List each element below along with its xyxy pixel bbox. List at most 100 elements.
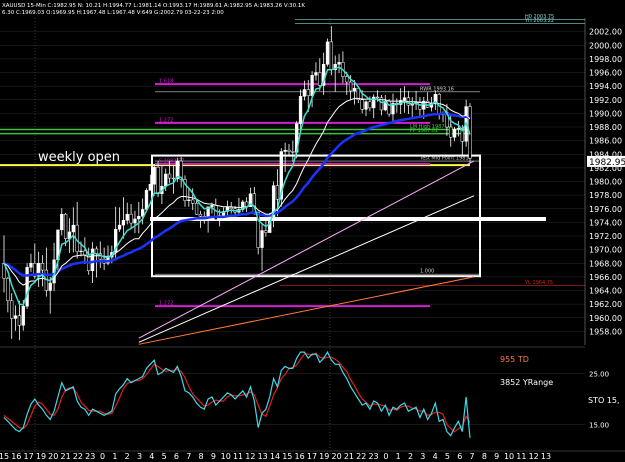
candle-body [156,166,160,195]
candle-body [456,128,461,130]
candle-body [264,230,268,233]
stochastic-panel: 25.00 15.00 955 TD 3852 YRange STO 15, [0,346,620,438]
candle-body [125,213,129,221]
x-tick-label: 21 [344,452,354,461]
x-tick-label: 8 [199,452,204,461]
x-tick-label: 15 [0,452,9,461]
x-tick-label: 1 [396,452,401,461]
ema_fast-line [3,66,471,306]
x-tick-label: 6 [457,452,462,461]
level-label: RWR 1993.16 [420,86,454,92]
candle-body [13,315,18,319]
x-tick-label: 10 [504,452,514,461]
yrange-label: 3852 YRange [500,378,553,387]
candle-body [402,97,407,101]
time-axis: 15 16 17 19 20 21 22 23 0 1 2 3 4 5 6 7 8 9 10 11 12 13 14 15 16… [0,450,625,461]
x-tick-label: 6 [174,452,179,461]
level-label: 1.272 [159,301,173,307]
x-tick-label: 5 [445,452,450,461]
x-tick-label: 7 [186,452,191,461]
moving-averages [3,66,471,306]
x-tick-label: 10 [221,452,231,461]
candle-body [291,151,295,153]
candles [2,26,472,341]
header-line-1: XAUUSD 15-Min C:1982.95 N: 10.21 H:1994.… [2,3,305,9]
candle-body [152,166,156,185]
osc-slow-line [3,352,471,433]
y-tick-label: 1962.00 [589,300,622,309]
y-tick-label: 1994.00 [589,82,622,91]
trend_orange-line [138,276,474,345]
y-tick-label: 1960.00 [589,314,622,323]
ema_mid-line [3,97,471,286]
y-tick-label: 1978.00 [589,191,622,200]
x-tick-label: 19 [36,452,46,461]
candle-body [21,305,25,326]
candle-body [452,128,457,138]
header-line-2: 6.30 C:1969.03 O:1969.95 H:1967.48 L:196… [2,10,224,16]
candle-body [25,267,29,307]
x-tick-label: 4 [149,452,154,461]
candle-body [71,224,75,233]
level-label: 1.000 [420,269,434,275]
candle-body [283,149,287,152]
candle-body [314,72,318,76]
y-tick-label: 1972.00 [589,232,622,241]
x-tick-label: 22 [356,452,366,461]
td-label: 955 TD [500,355,529,364]
y-tick-label: 1996.00 [589,69,622,78]
candle-body [302,89,307,97]
price-axis: 2002.00 2000.00 1998.00 1996.00 1994.00 1992.… [584,18,625,345]
candle-body [164,173,168,187]
candle-body [194,203,199,215]
level-label: YL 1964.75 [524,280,553,286]
candle-body [352,87,357,92]
candle-body [10,300,14,319]
x-tick-label: 16 [11,452,21,461]
candle-body [275,185,280,200]
candle-body [137,215,141,220]
candle-body [29,263,33,268]
candle-body [337,62,341,65]
x-tick-label: 22 [73,452,83,461]
candle-body [63,213,68,239]
candle-body [40,263,45,271]
x-tick-label: 9 [494,452,499,461]
y-tick-label: 1976.00 [589,205,622,214]
x-tick-label: 3 [420,452,425,461]
candle-body [449,126,453,138]
weekly-open-label: weekly open [38,150,120,165]
x-tick-label: 9 [211,452,216,461]
x-tick-label: 23 [368,452,378,461]
candle-body [387,100,391,115]
x-tick-label: 23 [85,452,95,461]
candle-body [83,250,87,256]
candle-body [60,213,64,231]
y-tick-label: 1966.00 [589,273,622,282]
y-tick-label: 1988.00 [589,123,622,132]
candle-body [129,213,133,224]
candle-body [329,41,334,71]
x-tick-label: 17 [307,452,317,461]
x-tick-label: 13 [541,452,551,461]
candle-body [144,190,149,210]
x-tick-label: 2 [125,452,130,461]
candle-body [187,199,191,201]
y-tick-label: 1990.00 [589,109,622,118]
x-tick-label: 1 [112,452,117,461]
candle-body [325,41,330,65]
x-tick-label: 17 [24,452,34,461]
x-tick-label: 16 [295,452,305,461]
x-tick-label: 20 [48,452,58,461]
candle-body [191,199,195,204]
candle-body [360,99,364,110]
candle-body [298,96,303,124]
osc-tick-label: 15.00 [589,422,609,430]
candle-body [121,220,126,226]
level-label: PP 1987.02 [410,128,438,134]
trading-chart: YH 2003.22H0 2003.751.618RWR 1993.161.27… [0,3,625,461]
candle-body [17,315,22,326]
y-tick-label: 1964.00 [589,287,622,296]
level-label: 1.618 [159,79,173,85]
x-tick-label: 19 [319,452,329,461]
